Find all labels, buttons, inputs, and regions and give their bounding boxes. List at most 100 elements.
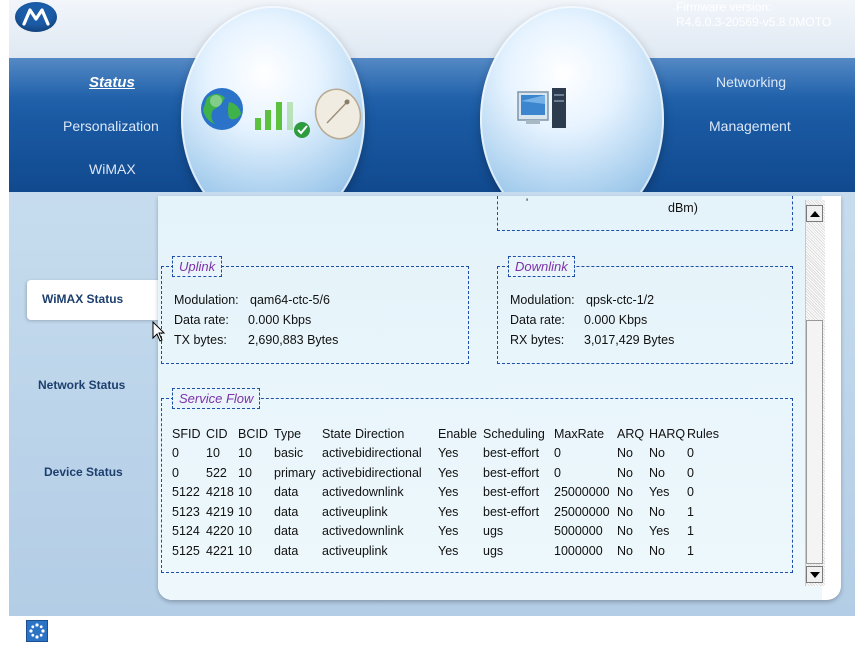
cell-maxrate: 0 bbox=[554, 446, 561, 461]
cell-direction: bidirectional bbox=[355, 446, 422, 461]
cell-state: active bbox=[322, 524, 355, 539]
cell-type: data bbox=[274, 543, 299, 558]
cell-maxrate: 25000000 bbox=[554, 485, 610, 500]
table-row: 5123 4219 10 data active uplink Yes best-effort… bbox=[172, 502, 727, 522]
cell-bcid: 10 bbox=[238, 524, 252, 539]
cell-arq: No bbox=[617, 465, 633, 480]
downlink-rate-value: 0.000 Kbps bbox=[584, 313, 648, 327]
table-row: 5124 4220 10 data active downlink Yes ugs 500000… bbox=[172, 522, 727, 542]
cell-rules: 0 bbox=[687, 446, 694, 461]
scroll-thumb[interactable] bbox=[806, 320, 823, 564]
cell-arq: No bbox=[617, 446, 633, 461]
col-harq: HARQ bbox=[649, 426, 686, 441]
scroll-up-button[interactable] bbox=[806, 205, 823, 222]
col-state: State bbox=[322, 426, 352, 441]
cell-state: active bbox=[322, 543, 355, 558]
cell-sfid: 5123 bbox=[172, 504, 200, 519]
col-arq: ARQ bbox=[617, 426, 645, 441]
cell-direction: bidirectional bbox=[355, 465, 422, 480]
cell-cid: 4221 bbox=[206, 543, 234, 558]
satellite-dish-icon bbox=[314, 88, 362, 140]
uplink-rate-label: Data rate: bbox=[174, 313, 229, 327]
service-flow-table: SFID CID BCID Type State Direction Enabl… bbox=[172, 424, 727, 561]
cell-type: data bbox=[274, 524, 299, 539]
cell-enable: Yes bbox=[438, 504, 459, 519]
table-row: 0 10 10 basic active bidirectional Yes best-eff… bbox=[172, 444, 727, 464]
firmware-label: Firmware version: bbox=[676, 0, 772, 14]
cell-state: active bbox=[322, 465, 355, 480]
cell-direction: uplink bbox=[355, 543, 388, 558]
partial-unit: dBm) bbox=[668, 201, 698, 215]
scroll-down-button[interactable] bbox=[806, 566, 823, 583]
cell-maxrate: 0 bbox=[554, 465, 561, 480]
cell-scheduling: best-effort bbox=[483, 504, 540, 519]
cell-arq: No bbox=[617, 504, 633, 519]
cell-scheduling: ugs bbox=[483, 543, 504, 558]
uplink-bytes-label: TX bytes: bbox=[174, 333, 227, 347]
downlink-modulation-value: qpsk-ctc-1/2 bbox=[586, 293, 655, 307]
tab-wimax-status[interactable]: WiMAX Status bbox=[27, 280, 167, 320]
cell-sfid: 5122 bbox=[172, 485, 200, 500]
col-scheduling: Scheduling bbox=[483, 426, 545, 441]
cell-sfid: 5124 bbox=[172, 524, 200, 539]
table-header-row: SFID CID BCID Type State Direction Enabl… bbox=[172, 424, 727, 444]
cell-bcid: 10 bbox=[238, 504, 252, 519]
cell-type: basic bbox=[274, 446, 304, 461]
arrow-down-icon bbox=[810, 572, 820, 578]
cell-cid: 4220 bbox=[206, 524, 234, 539]
header: Firmware version: R4.6.0.3-20569-v5.8.0M… bbox=[9, 0, 855, 232]
cell-rules: 1 bbox=[687, 504, 694, 519]
uplink-bytes-value: 2,690,883 Bytes bbox=[248, 333, 339, 347]
mouse-cursor-icon bbox=[152, 320, 166, 348]
col-maxrate: MaxRate bbox=[554, 426, 605, 441]
cell-sfid: 0 bbox=[172, 465, 179, 480]
cell-scheduling: best-effort bbox=[483, 446, 540, 461]
col-bcid: BCID bbox=[238, 426, 268, 441]
downlink-bytes-label: RX bytes: bbox=[510, 333, 565, 347]
service-flow-rows: 0 10 10 basic active bidirectional Yes best-eff… bbox=[172, 444, 727, 561]
cell-bcid: 10 bbox=[238, 485, 252, 500]
loading-spinner-icon bbox=[26, 620, 48, 642]
cell-maxrate: 1000000 bbox=[554, 543, 603, 558]
arrow-up-icon bbox=[810, 211, 820, 217]
cell-enable: Yes bbox=[438, 465, 459, 480]
uplink-modulation-value: qam64-ctc-5/6 bbox=[250, 293, 330, 307]
cell-maxrate: 5000000 bbox=[554, 524, 603, 539]
col-sfid: SFID bbox=[172, 426, 201, 441]
tab-label: WiMAX Status bbox=[42, 292, 124, 306]
tab-device-status[interactable]: Device Status bbox=[44, 465, 123, 479]
cell-direction: downlink bbox=[355, 524, 404, 539]
cell-cid: 10 bbox=[206, 446, 220, 461]
check-icon bbox=[294, 122, 310, 138]
nav-networking[interactable]: Networking bbox=[716, 74, 786, 90]
cell-harq: No bbox=[649, 446, 665, 461]
cell-state: active bbox=[322, 446, 355, 461]
table-row: 5122 4218 10 data active downlink Yes best-effo… bbox=[172, 483, 727, 503]
col-enable: Enable bbox=[438, 426, 477, 441]
cell-type: data bbox=[274, 504, 299, 519]
cell-bcid: 10 bbox=[238, 543, 252, 558]
nav-status[interactable]: Status bbox=[89, 74, 135, 91]
uplink-modulation-label: Modulation: bbox=[174, 293, 239, 307]
cell-harq: No bbox=[649, 543, 665, 558]
motorola-logo-icon bbox=[15, 2, 57, 32]
cell-rules: 0 bbox=[687, 465, 694, 480]
col-cid: CID bbox=[206, 426, 228, 441]
nav-personalization[interactable]: Personalization bbox=[63, 118, 159, 134]
cell-direction: downlink bbox=[355, 485, 404, 500]
cell-maxrate: 25000000 bbox=[554, 504, 610, 519]
cell-sfid: 0 bbox=[172, 446, 179, 461]
cell-bcid: 10 bbox=[238, 465, 252, 480]
tab-network-status[interactable]: Network Status bbox=[38, 378, 125, 392]
cell-cid: 4218 bbox=[206, 485, 234, 500]
cell-type: primary bbox=[274, 465, 316, 480]
cell-cid: 522 bbox=[206, 465, 227, 480]
col-rules: Rules bbox=[687, 426, 719, 441]
firmware-value: R4.6.0.3-20569-v5.8.0MOTO bbox=[676, 15, 832, 29]
cell-direction: uplink bbox=[355, 504, 388, 519]
service-flow-title: Service Flow bbox=[172, 388, 261, 409]
nav-management[interactable]: Management bbox=[709, 118, 791, 134]
panel-scrollbar[interactable] bbox=[805, 200, 825, 586]
nav-wimax[interactable]: WiMAX bbox=[89, 161, 136, 177]
cell-bcid: 10 bbox=[238, 446, 252, 461]
